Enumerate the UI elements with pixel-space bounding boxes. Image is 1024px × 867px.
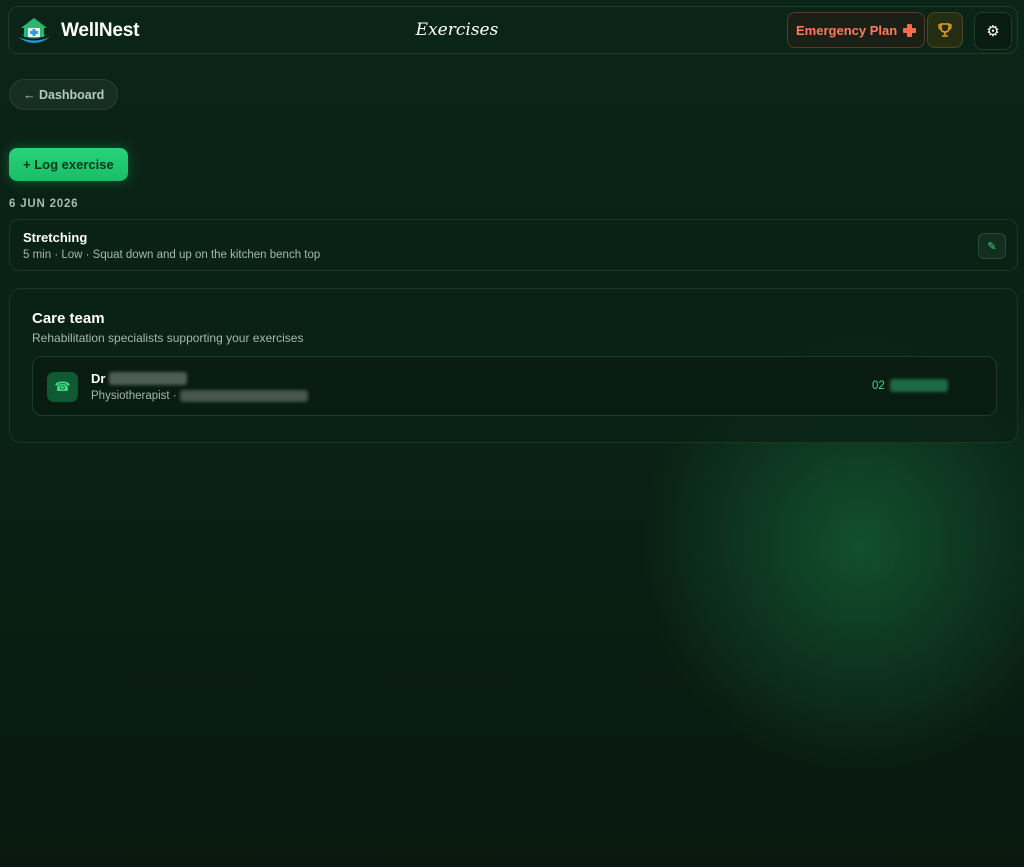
back-to-dashboard-button[interactable]: ← Dashboard <box>9 79 119 110</box>
emergency-plan-button[interactable]: Emergency Plan <box>787 12 926 48</box>
redacted-clinic <box>179 390 308 402</box>
care-team-subtitle: Rehabilitation specialists supporting yo… <box>32 331 304 345</box>
emergency-plan-label: Emergency Plan <box>796 22 898 38</box>
phone-glyph: ☎ <box>54 379 71 394</box>
contact-name: Dr <box>91 371 188 386</box>
log-exercise-button[interactable]: + Log exercise <box>9 148 128 181</box>
care-team-contact[interactable]: ☎ Dr Physiotherapist · 02 <box>32 356 997 416</box>
care-team-card: Care team Rehabilitation specialists sup… <box>9 288 1018 443</box>
exercise-meta: 5 min · Low · Squat down and up on the k… <box>23 249 321 261</box>
redacted-name <box>109 372 188 385</box>
gear-icon: ⚙ <box>986 23 1000 40</box>
redacted-phone-number <box>889 379 948 392</box>
top-bar: WellNest Exercises Emergency Plan ⚙ <box>8 6 1018 54</box>
edit-exercise-button[interactable]: ✎ <box>978 233 1006 259</box>
exercise-entry: Stretching 5 min · Low · Squat down and … <box>9 219 1018 271</box>
phone-icon[interactable]: ☎ <box>47 372 78 402</box>
phone-area-code: 02 <box>872 379 885 392</box>
care-team-title: Care team <box>32 310 105 327</box>
achievements-button[interactable] <box>927 12 963 48</box>
pencil-icon: ✎ <box>987 240 997 253</box>
trophy-icon <box>938 23 952 37</box>
date-heading: 6 JUN 2026 <box>9 198 79 210</box>
contact-role-label: Physiotherapist · <box>91 390 177 402</box>
contact-phone-link[interactable]: 02 <box>872 379 948 392</box>
settings-button[interactable]: ⚙ <box>974 12 1012 50</box>
exercise-title: Stretching <box>23 230 88 245</box>
medical-cross-icon <box>903 23 917 37</box>
contact-role: Physiotherapist · <box>91 390 308 402</box>
contact-title-prefix: Dr <box>91 371 106 386</box>
